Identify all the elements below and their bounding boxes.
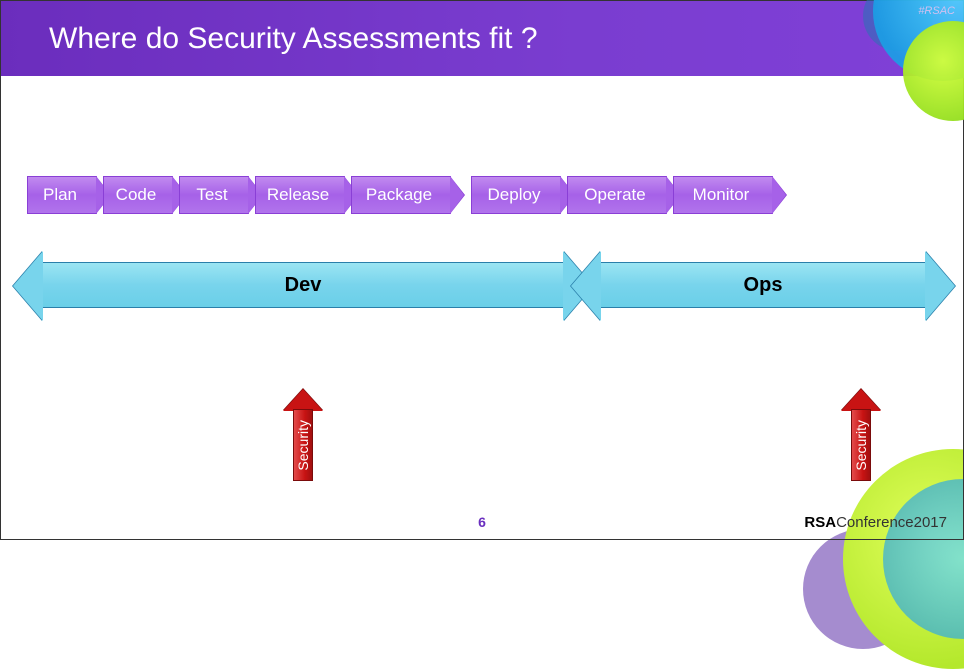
arrowhead-up-icon	[283, 389, 323, 411]
group-arrows: Dev Ops	[1, 262, 963, 308]
security-arrow-ops: Security	[847, 391, 875, 481]
stage-label: Plan	[43, 185, 77, 205]
security-label: Security	[295, 420, 311, 471]
slide-content: Plan Code Test Release Package Deploy Op…	[1, 76, 963, 308]
security-arrow-dev: Security	[289, 391, 317, 481]
conference-brand-rest: Conference2017	[836, 514, 947, 531]
ops-label: Ops	[744, 274, 783, 297]
security-label: Security	[853, 420, 869, 471]
arrowhead-up-icon	[841, 389, 881, 411]
stage-release: Release	[255, 176, 345, 214]
arrowhead-left-icon	[13, 251, 43, 321]
stage-test: Test	[179, 176, 249, 214]
stage-label: Package	[366, 185, 432, 205]
security-arrow-shaft: Security	[293, 409, 313, 481]
stage-deploy: Deploy	[471, 176, 561, 214]
slide-footer: 6 RSAConference2017	[1, 505, 963, 539]
stage-label: Monitor	[693, 185, 750, 205]
slide-title: Where do Security Assessments fit ?	[49, 22, 538, 56]
stage-code: Code	[103, 176, 173, 214]
stage-plan: Plan	[27, 176, 97, 214]
pipeline-stages: Plan Code Test Release Package Deploy Op…	[1, 176, 963, 214]
slide-header: #RSAC Where do Security Assessments fit …	[1, 1, 963, 76]
stage-package: Package	[351, 176, 451, 214]
stage-operate: Operate	[567, 176, 667, 214]
hashtag: #RSAC	[918, 5, 955, 17]
stage-label: Test	[196, 185, 227, 205]
conference-brand: RSAConference2017	[804, 514, 947, 531]
page-number: 6	[478, 514, 486, 530]
dev-label: Dev	[285, 274, 322, 297]
ops-arrow: Ops	[601, 262, 925, 308]
dev-arrow: Dev	[43, 262, 563, 308]
arrowhead-left-icon	[571, 251, 601, 321]
stage-label: Code	[116, 185, 157, 205]
stage-monitor: Monitor	[673, 176, 773, 214]
security-arrow-shaft: Security	[851, 409, 871, 481]
stage-label: Deploy	[488, 185, 541, 205]
conference-brand-bold: RSA	[804, 514, 836, 531]
stage-label: Release	[267, 185, 329, 205]
arrowhead-right-icon	[925, 251, 955, 321]
stage-label: Operate	[584, 185, 645, 205]
